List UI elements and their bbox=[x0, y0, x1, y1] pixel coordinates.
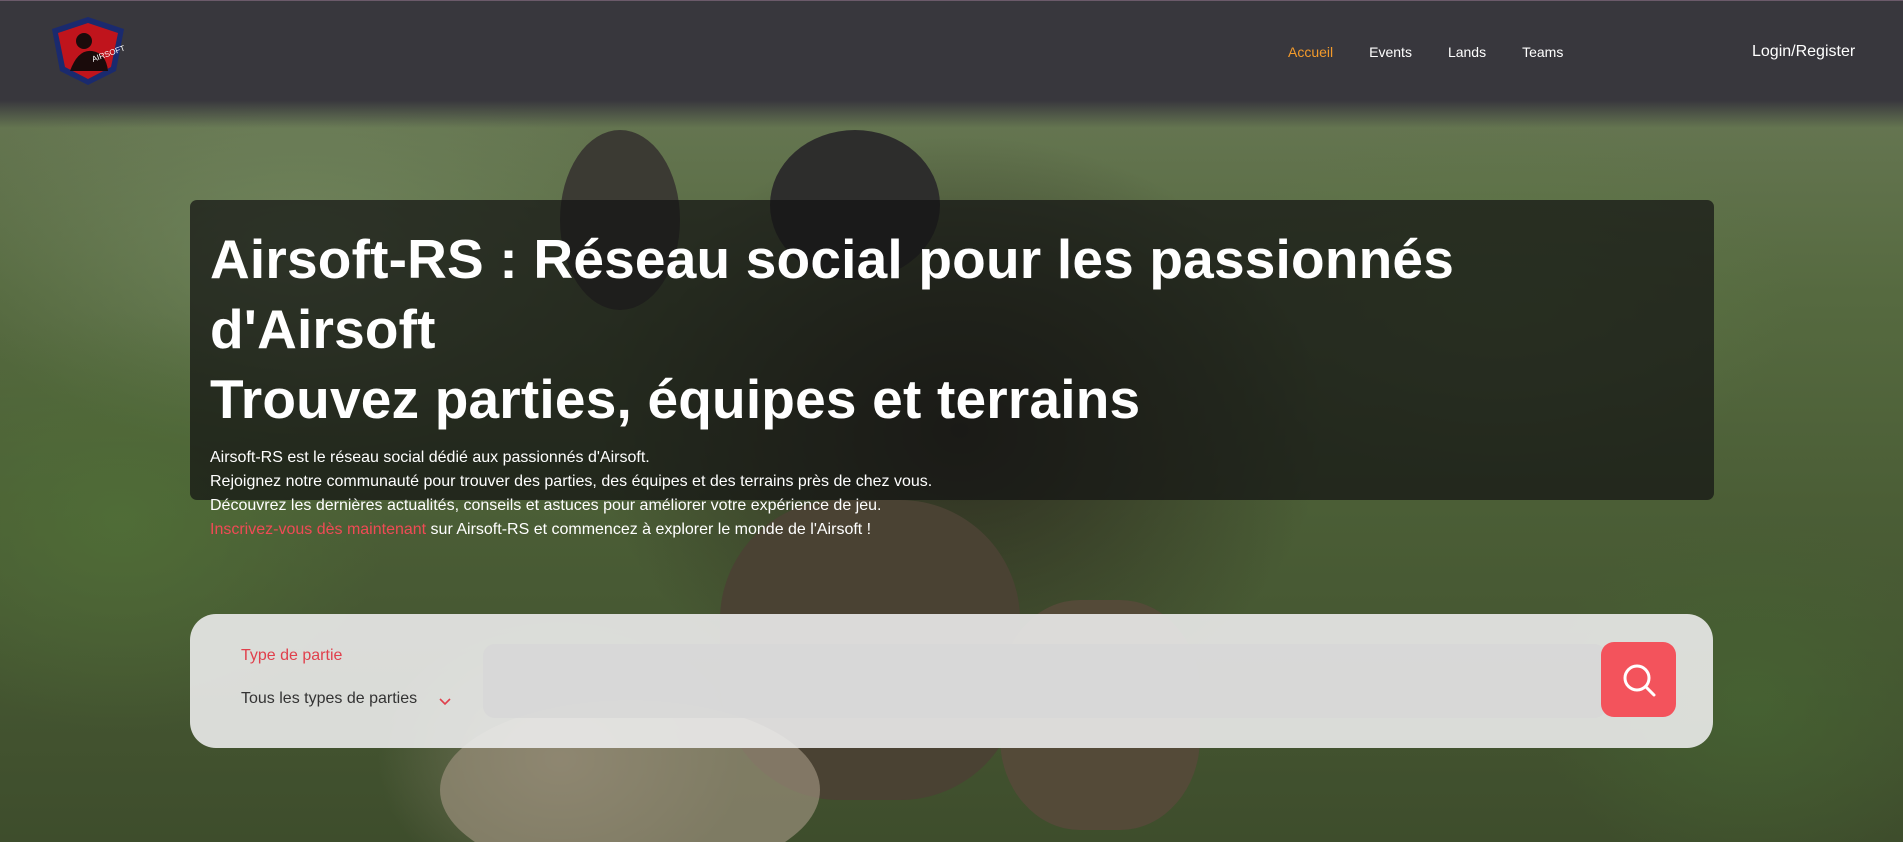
title-line-2: Trouvez parties, équipes et terrains bbox=[210, 368, 1141, 430]
nav-item-accueil[interactable]: Accueil bbox=[1288, 43, 1333, 61]
site-header: AIRSOFT Accueil Events Lands Teams Login… bbox=[0, 0, 1903, 128]
intro-line-1: Airsoft-RS est le réseau social dédié au… bbox=[210, 449, 650, 466]
title-line-1: Airsoft-RS : Réseau social pour les pass… bbox=[210, 228, 1454, 360]
signup-link[interactable]: Inscrivez-vous dès maintenant bbox=[210, 521, 426, 538]
nav-item-teams[interactable]: Teams bbox=[1522, 43, 1563, 61]
main-nav: Accueil Events Lands Teams bbox=[1288, 43, 1599, 61]
site-logo[interactable]: AIRSOFT bbox=[48, 15, 128, 87]
game-type-label: Type de partie bbox=[241, 647, 343, 664]
page-title: Airsoft-RS : Réseau social pour les pass… bbox=[210, 224, 1694, 434]
intro-line-4: Inscrivez-vous dès maintenant sur Airsof… bbox=[210, 518, 1694, 542]
intro-line-2: Rejoignez notre communauté pour trouver … bbox=[210, 473, 933, 490]
intro-line-3: Découvrez les dernières actualités, cons… bbox=[210, 497, 882, 514]
search-icon bbox=[1623, 664, 1655, 696]
search-input[interactable] bbox=[483, 644, 1606, 718]
search-button[interactable] bbox=[1601, 642, 1676, 717]
nav-item-events[interactable]: Events bbox=[1369, 43, 1412, 61]
search-panel: Type de partie Tous les types de parties bbox=[190, 614, 1713, 748]
page: AIRSOFT Accueil Events Lands Teams Login… bbox=[0, 0, 1903, 842]
chevron-down-icon[interactable] bbox=[438, 695, 452, 709]
intro-line-4-rest: sur Airsoft-RS et commencez à explorer l… bbox=[426, 521, 872, 538]
game-type-select[interactable]: Tous les types de parties bbox=[241, 690, 417, 708]
login-register-link[interactable]: Login/Register bbox=[1752, 42, 1855, 62]
intro-panel: Airsoft-RS : Réseau social pour les pass… bbox=[190, 200, 1714, 538]
intro-text: Airsoft-RS est le réseau social dédié au… bbox=[210, 446, 1694, 542]
shield-logo-icon: AIRSOFT bbox=[52, 17, 126, 85]
nav-item-lands[interactable]: Lands bbox=[1448, 43, 1486, 61]
